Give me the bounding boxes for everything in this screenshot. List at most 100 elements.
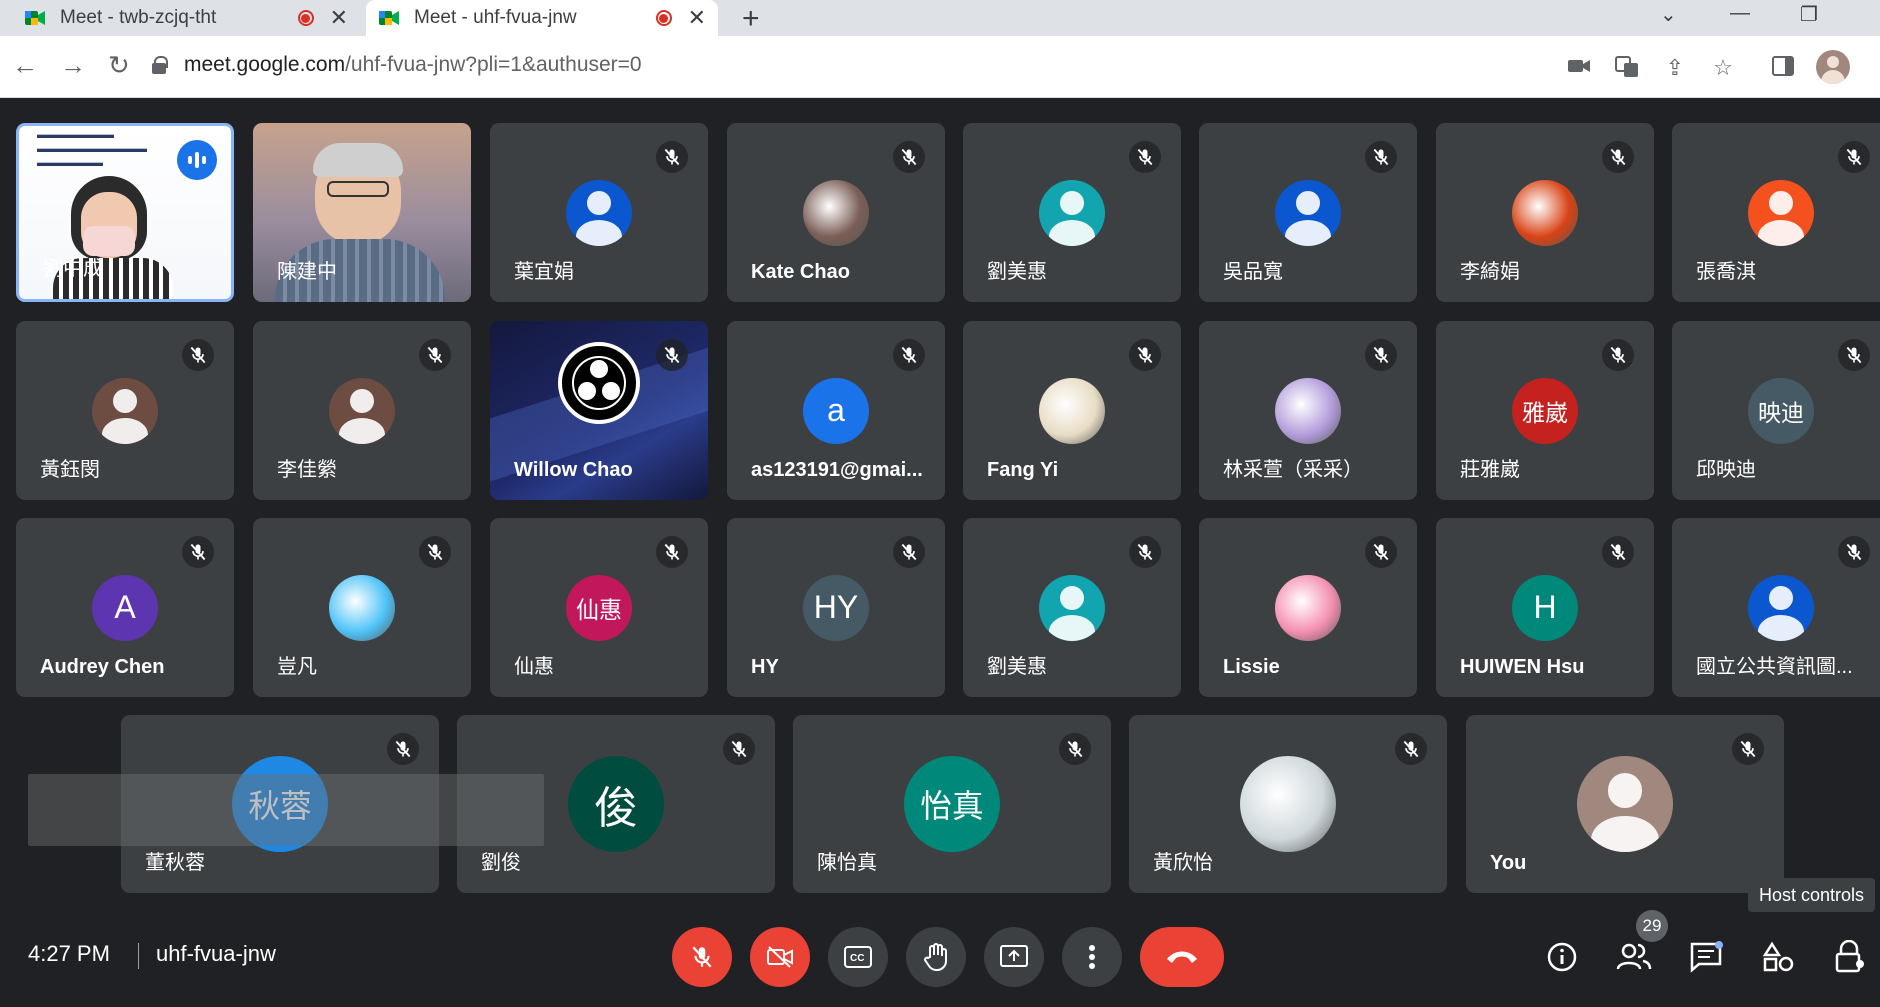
present-screen-button[interactable] <box>984 927 1044 987</box>
participant-name: as123191@gmai... <box>751 459 923 481</box>
participant-tile[interactable]: 國立公共資訊圖... <box>1672 518 1880 697</box>
participant-name: You <box>1490 852 1527 874</box>
activities-button[interactable] <box>1756 935 1800 979</box>
participant-tile[interactable]: 陳建中 <box>253 123 471 302</box>
forward-icon[interactable]: → <box>60 50 86 81</box>
slide-text: ▬▬▬▬▬▬▬ ▬▬▬▬▬▬▬▬▬▬ ▬▬▬▬▬▬ <box>37 129 147 169</box>
cartoon-photo-icon <box>1039 377 1105 444</box>
participant-name: Willow Chao <box>514 459 633 481</box>
side-panel-icon[interactable] <box>1770 56 1796 80</box>
divider <box>138 943 139 969</box>
participant-tile[interactable]: Willow Chao <box>490 321 708 500</box>
participant-tile[interactable]: 李佳縈 <box>253 321 471 500</box>
participant-name: 吳品寬 <box>1223 261 1283 283</box>
participant-tile[interactable]: 劉美惠 <box>963 123 1181 302</box>
more-options-button[interactable] <box>1062 927 1122 987</box>
mic-muted-icon <box>1365 339 1397 371</box>
chat-button[interactable] <box>1684 935 1728 979</box>
participant-tile[interactable]: Kate Chao <box>727 123 945 302</box>
avatar-initials: H <box>1512 574 1578 641</box>
avatar-letter: 雅崴 <box>1521 399 1569 426</box>
participant-name: 豈凡 <box>277 656 317 678</box>
participant-tile[interactable]: 仙惠 仙惠 <box>490 518 708 697</box>
participant-tile[interactable]: H HUIWEN Hsu <box>1436 518 1654 697</box>
mic-muted-icon <box>656 536 688 568</box>
mic-off-icon <box>692 946 712 968</box>
participant-tile[interactable]: 李綺娟 <box>1436 123 1654 302</box>
url-field[interactable]: meet.google.com/uhf-fvua-jnw?pli=1&authu… <box>150 43 1750 87</box>
profile-avatar[interactable] <box>1816 50 1850 84</box>
globe-photo-icon <box>329 574 395 641</box>
meet-favicon <box>378 7 400 29</box>
mic-muted-icon <box>1602 141 1634 173</box>
mic-muted-icon <box>1365 141 1397 173</box>
participant-tile[interactable]: a as123191@gmai... <box>727 321 945 500</box>
participant-tile[interactable]: 吳品寬 <box>1199 123 1417 302</box>
participant-tile[interactable]: ▬▬▬▬▬▬▬ ▬▬▬▬▬▬▬▬▬▬ ▬▬▬▬▬▬ 劉中成 <box>16 123 234 302</box>
participant-name: 董秋蓉 <box>145 852 205 874</box>
participant-tile[interactable]: 張喬淇 <box>1672 123 1880 302</box>
participant-tile[interactable]: 林采萱（采采） <box>1199 321 1417 500</box>
raise-hand-button[interactable] <box>906 927 966 987</box>
translate-icon[interactable] <box>1614 56 1640 80</box>
info-icon <box>1547 942 1577 972</box>
camera-off-icon <box>767 946 793 968</box>
participant-name: 國立公共資訊圖... <box>1696 656 1853 678</box>
minimize-icon[interactable]: — <box>1730 2 1750 25</box>
chat-icon <box>1690 941 1723 973</box>
participant-tile[interactable]: 雅崴 莊雅崴 <box>1436 321 1654 500</box>
participant-tile[interactable]: 葉宜娟 <box>490 123 708 302</box>
back-icon[interactable]: ← <box>12 50 38 81</box>
anime-photo-icon <box>1275 377 1341 444</box>
avatar-letter: HY <box>813 589 859 625</box>
browser-tab-2[interactable]: Meet - uhf-fvua-jnw ✕ <box>366 0 718 36</box>
mic-muted-icon <box>1365 536 1397 568</box>
mic-off-button[interactable] <box>672 927 732 987</box>
participant-count-badge: 29 <box>1636 910 1668 942</box>
mic-muted-icon <box>1732 733 1764 765</box>
bookmark-star-icon[interactable]: ☆ <box>1710 56 1736 80</box>
person-icon <box>329 377 395 444</box>
participant-tile[interactable]: 劉美惠 <box>963 518 1181 697</box>
browser-tab-1[interactable]: Meet - twb-zcjq-tht ✕ <box>12 0 360 36</box>
participant-tile[interactable]: Lissie <box>1199 518 1417 697</box>
avatar-initials: HY <box>803 574 869 641</box>
restore-icon[interactable]: ❐ <box>1800 2 1818 27</box>
share-icon[interactable]: ⇪ <box>1662 56 1688 80</box>
mic-muted-icon <box>419 536 451 568</box>
browser-tab-bar: Meet - twb-zcjq-tht ✕ Meet - uhf-fvua-jn… <box>0 0 1880 36</box>
mic-muted-icon <box>723 733 755 765</box>
hang-up-icon <box>1167 951 1197 963</box>
participant-tile[interactable]: 怡真 陳怡真 <box>793 715 1111 893</box>
close-tab-icon[interactable]: ✕ <box>330 5 348 31</box>
participant-tile[interactable]: 映迪 邱映迪 <box>1672 321 1880 500</box>
leave-call-button[interactable] <box>1140 927 1224 987</box>
participant-name: HUIWEN Hsu <box>1460 656 1585 678</box>
participant-tile[interactable]: 豈凡 <box>253 518 471 697</box>
present-icon <box>1000 945 1028 967</box>
participant-tile[interactable]: A Audrey Chen <box>16 518 234 697</box>
participant-tile[interactable]: 黃鈺閔 <box>16 321 234 500</box>
camera-off-button[interactable] <box>750 927 810 987</box>
camera-icon[interactable] <box>1566 56 1592 80</box>
participant-tile[interactable]: Fang Yi <box>963 321 1181 500</box>
meeting-details-button[interactable] <box>1540 935 1584 979</box>
tab-title: Meet - uhf-fvua-jnw <box>414 7 577 28</box>
host-controls-button[interactable] <box>1828 935 1872 979</box>
participant-tile[interactable]: HY HY <box>727 518 945 697</box>
tab-search-icon[interactable]: ⌄ <box>1660 2 1677 27</box>
participant-name: 劉美惠 <box>987 656 1047 678</box>
person-icon <box>1748 574 1814 641</box>
mic-muted-icon <box>1838 141 1870 173</box>
new-tab-icon[interactable]: + <box>742 2 760 36</box>
close-tab-icon[interactable]: ✕ <box>688 5 706 31</box>
captions-button[interactable]: CC <box>828 927 888 987</box>
participant-tile[interactable]: You <box>1466 715 1784 893</box>
reload-icon[interactable]: ↻ <box>108 50 130 81</box>
mic-muted-icon <box>387 733 419 765</box>
avatar-letter: 俊 <box>594 784 638 833</box>
participant-tile[interactable]: 黃欣怡 <box>1129 715 1447 893</box>
mic-muted-icon <box>893 141 925 173</box>
svg-text:CC: CC <box>850 953 864 964</box>
mic-muted-icon <box>893 536 925 568</box>
